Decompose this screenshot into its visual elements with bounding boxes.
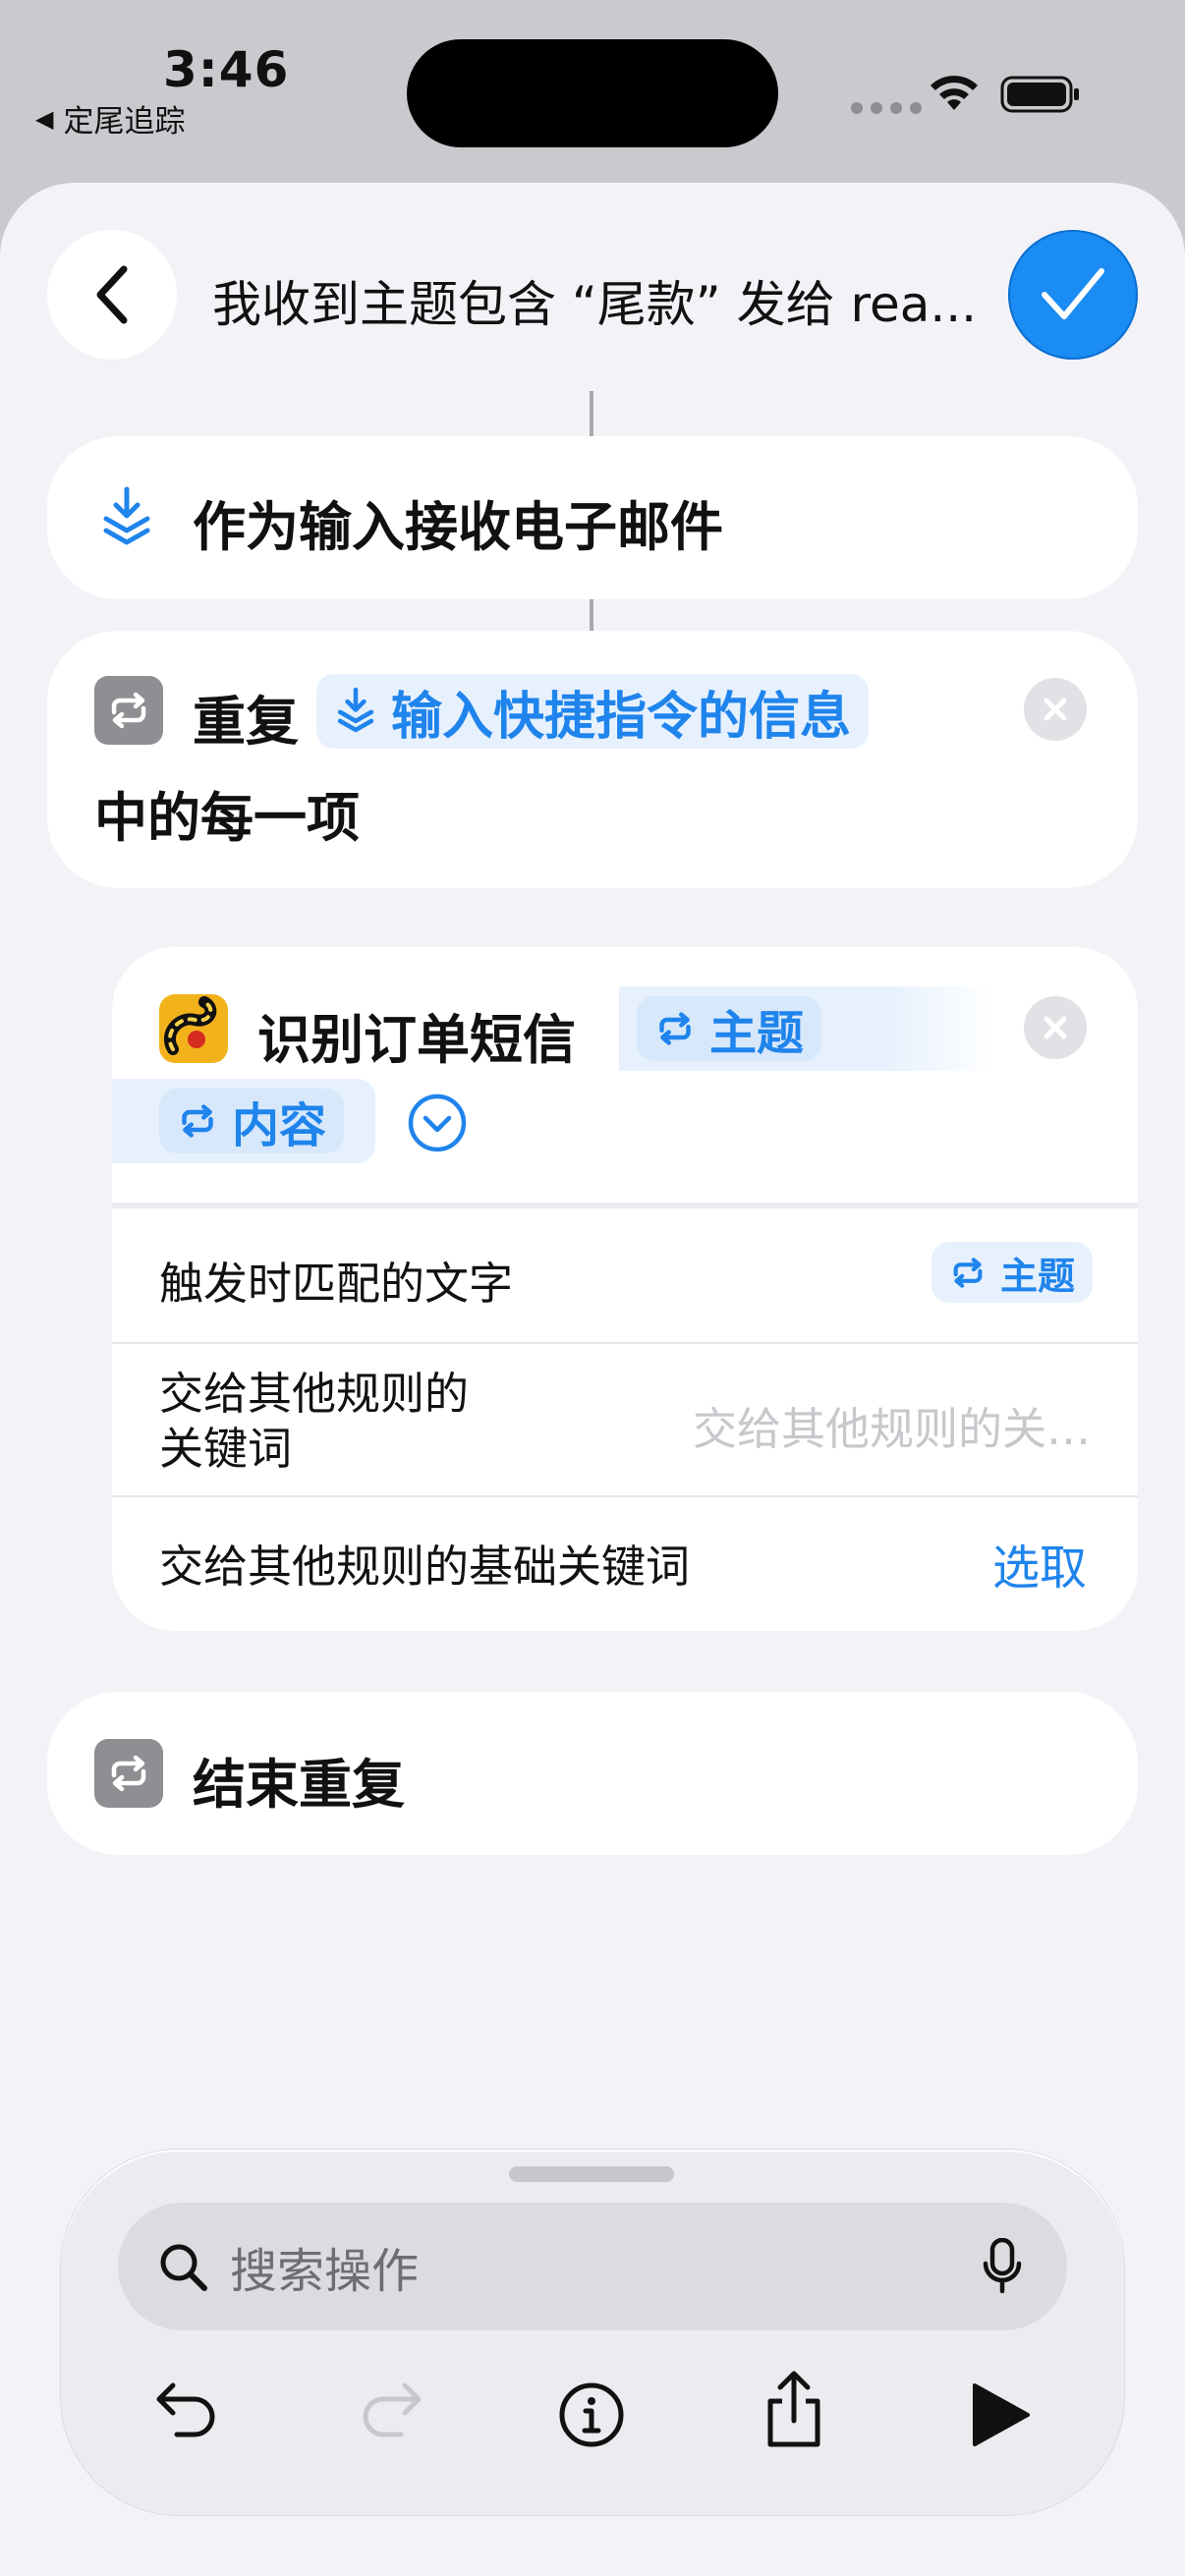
receive-email-action[interactable]: 作为输入接收电子邮件 <box>47 436 1138 599</box>
share-icon[interactable] <box>762 2370 825 2450</box>
receive-email-label: 作为输入接收电子邮件 <box>193 496 723 558</box>
close-icon <box>1044 1016 1067 1039</box>
repeat-item-icon <box>953 1257 983 1288</box>
info-icon[interactable] <box>558 2381 625 2448</box>
search-actions-field[interactable]: 搜索操作 <box>118 2203 1067 2330</box>
repeat-icon <box>94 1739 163 1808</box>
chevron-left-icon <box>96 265 128 324</box>
content-token-label: 内容 <box>232 1098 327 1153</box>
undo-icon[interactable] <box>153 2380 222 2440</box>
back-app-label: 定尾追踪 <box>63 104 186 140</box>
done-button[interactable] <box>1008 230 1138 360</box>
repeat-icon <box>94 676 163 745</box>
search-placeholder: 搜索操作 <box>230 2244 420 2299</box>
signal-dots-icon <box>851 102 922 114</box>
row-divider <box>112 1342 1138 1344</box>
search-icon <box>160 2244 207 2291</box>
trigger-match-value-token[interactable]: 主题 <box>931 1242 1094 1303</box>
base-keywords-label: 交给其他规则的基础关键词 <box>159 1540 691 1593</box>
identify-order-title: 识别订单短信 <box>257 1009 576 1071</box>
trigger-match-label: 触发时匹配的文字 <box>159 1258 514 1310</box>
repeat-item-icon <box>182 1104 213 1138</box>
wifi-icon <box>931 76 978 110</box>
base-keywords-choose-button[interactable]: 选取 <box>992 1529 1087 1597</box>
shortcut-input-token-label: 输入快捷指令的信息 <box>391 687 852 747</box>
end-repeat-label: 结束重复 <box>193 1754 405 1816</box>
pass-keywords-input[interactable]: 交给其他规则的关… <box>643 1393 1091 1457</box>
close-icon <box>1044 698 1067 721</box>
back-button[interactable] <box>47 230 177 360</box>
content-token[interactable]: 内容 <box>159 1089 345 1153</box>
input-stack-icon <box>337 687 374 733</box>
shortcut-title[interactable]: 我收到主题包含 “尾款” 发给 rea... <box>212 265 979 336</box>
trigger-match-value-label: 主题 <box>1000 1254 1076 1298</box>
expand-button[interactable] <box>407 1092 468 1153</box>
section-separator <box>112 1203 1138 1208</box>
end-repeat-action[interactable]: 结束重复 <box>47 1692 1138 1855</box>
pass-keywords-label-line2: 关键词 <box>159 1423 293 1475</box>
chevron-down-circle-icon <box>408 1093 467 1152</box>
back-triangle-icon: ◀ <box>35 104 54 133</box>
flow-connector <box>590 391 593 436</box>
play-icon[interactable] <box>969 2381 1032 2448</box>
app-icon-snake <box>159 994 228 1063</box>
redo-icon[interactable] <box>356 2380 424 2440</box>
microphone-icon[interactable] <box>983 2238 1022 2295</box>
flow-connector <box>590 599 593 631</box>
remove-repeat-button[interactable] <box>1024 678 1087 741</box>
repeat-suffix: 中的每一项 <box>94 787 360 849</box>
row-divider <box>112 1495 1138 1497</box>
repeat-item-icon <box>659 1012 691 1045</box>
repeat-keyword: 重复 <box>193 691 299 753</box>
remove-identify-button[interactable] <box>1024 996 1087 1059</box>
input-stack-icon <box>103 486 150 545</box>
identify-order-sms-action[interactable]: 识别订单短信 主题 内容 触发时匹配的文字 主题 交给其他规则的 关键词 交给其… <box>112 947 1138 1631</box>
panel-grabber[interactable] <box>509 2166 674 2182</box>
battery-icon <box>1000 76 1079 113</box>
subject-token[interactable]: 主题 <box>637 996 822 1061</box>
subject-token-label: 主题 <box>709 1006 805 1061</box>
status-time: 3:46 <box>163 41 290 98</box>
shortcut-input-token[interactable]: 输入快捷指令的信息 <box>316 674 870 749</box>
back-to-app-link[interactable]: ◀ 定尾追踪 <box>35 96 185 140</box>
dynamic-island <box>407 39 778 147</box>
checkmark-icon <box>1042 268 1104 319</box>
repeat-action[interactable]: 重复 输入快捷指令的信息 中的每一项 <box>47 631 1138 888</box>
